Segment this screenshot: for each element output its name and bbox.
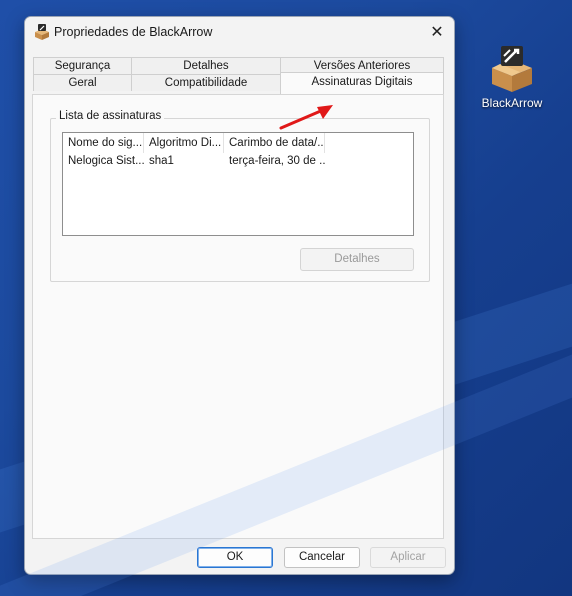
tab-assinaturas-digitais[interactable]: Assinaturas Digitais xyxy=(280,72,444,94)
column-header-timestamp[interactable]: Carimbo de data/... xyxy=(224,133,325,153)
window-title: Propriedades de BlackArrow xyxy=(54,25,213,39)
title-bar[interactable]: Propriedades de BlackArrow ✕ xyxy=(25,17,454,49)
cell-signer: Nelogica Sist... xyxy=(68,155,144,167)
details-button[interactable]: Detalhes xyxy=(300,248,414,271)
cell-timestamp: terça-feira, 30 de ... xyxy=(229,155,325,167)
column-header-signer[interactable]: Nome do sig... xyxy=(63,133,144,153)
cancel-button[interactable]: Cancelar xyxy=(284,547,360,568)
annotation-arrow-icon xyxy=(279,105,333,130)
close-icon[interactable]: ✕ xyxy=(420,17,454,47)
tab-geral[interactable]: Geral xyxy=(33,74,132,91)
signature-list[interactable]: Nome do sig... Algoritmo Di... Carimbo d… xyxy=(62,132,414,236)
desktop: BlackArrow Propriedades de BlackArrow ✕ … xyxy=(0,0,572,596)
tab-seguranca[interactable]: Segurança xyxy=(33,57,132,74)
package-icon xyxy=(34,24,50,40)
tab-compatibilidade[interactable]: Compatibilidade xyxy=(131,74,281,91)
column-header-algorithm[interactable]: Algoritmo Di... xyxy=(144,133,224,153)
list-header: Nome do sig... Algoritmo Di... Carimbo d… xyxy=(63,133,325,153)
desktop-icon-label: BlackArrow xyxy=(481,96,543,110)
table-row[interactable]: Nelogica Sist... sha1 terça-feira, 30 de… xyxy=(63,153,325,170)
desktop-icon-blackarrow[interactable]: BlackArrow xyxy=(478,46,546,110)
properties-window: Propriedades de BlackArrow ✕ Segurança D… xyxy=(24,16,455,575)
cell-algorithm: sha1 xyxy=(149,155,174,167)
package-icon xyxy=(490,46,534,92)
group-title: Lista de assinaturas xyxy=(56,110,165,122)
tab-strip: Segurança Detalhes Versões Anteriores Ge… xyxy=(33,57,445,95)
ok-button[interactable]: OK xyxy=(197,547,273,568)
apply-button[interactable]: Aplicar xyxy=(370,547,446,568)
tab-panel: Lista de assinaturas Nome do sig... Algo… xyxy=(32,94,444,539)
tab-detalhes[interactable]: Detalhes xyxy=(131,57,281,74)
